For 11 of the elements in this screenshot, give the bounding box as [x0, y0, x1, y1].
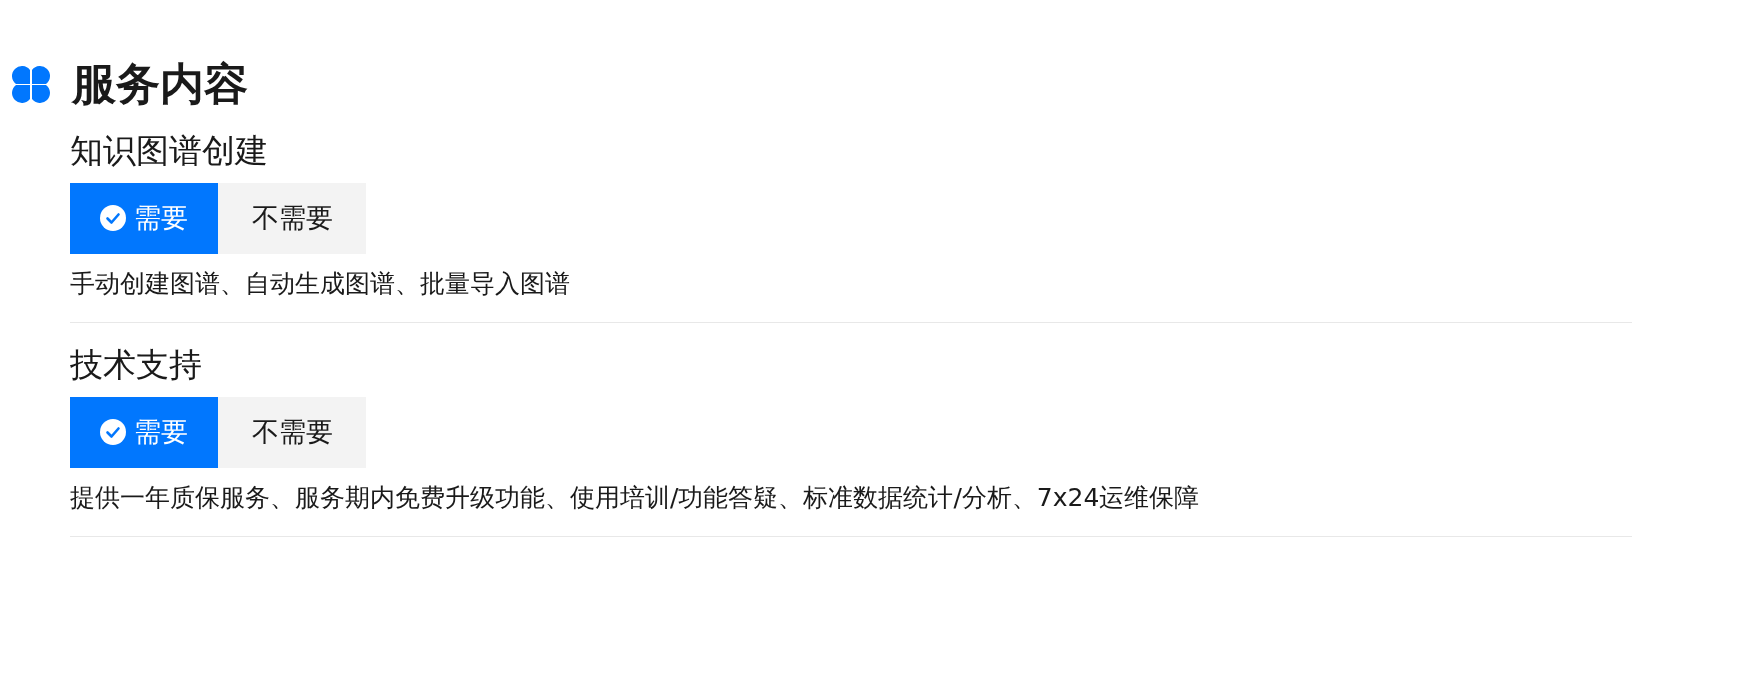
item-heading: 技术支持	[70, 345, 203, 385]
item-heading: 知识图谱创建	[70, 131, 269, 171]
description-text: 提供一年质保服务、服务期内免费升级功能、使用培训/功能答疑、标准数据统计/分析、7x24运维保障	[70, 481, 1201, 514]
check-circle-icon	[100, 419, 126, 446]
option-button[interactable]: 不需要	[218, 396, 366, 468]
section-title: 服务内容	[72, 60, 248, 109]
description-text: 手动创建图谱、自动生成图谱、批量导入图谱	[70, 267, 571, 300]
check-circle-icon	[100, 205, 126, 232]
option-button[interactable]: 需要	[70, 396, 218, 468]
option-button[interactable]: 不需要	[218, 182, 366, 254]
option-button[interactable]: 需要	[70, 182, 218, 254]
